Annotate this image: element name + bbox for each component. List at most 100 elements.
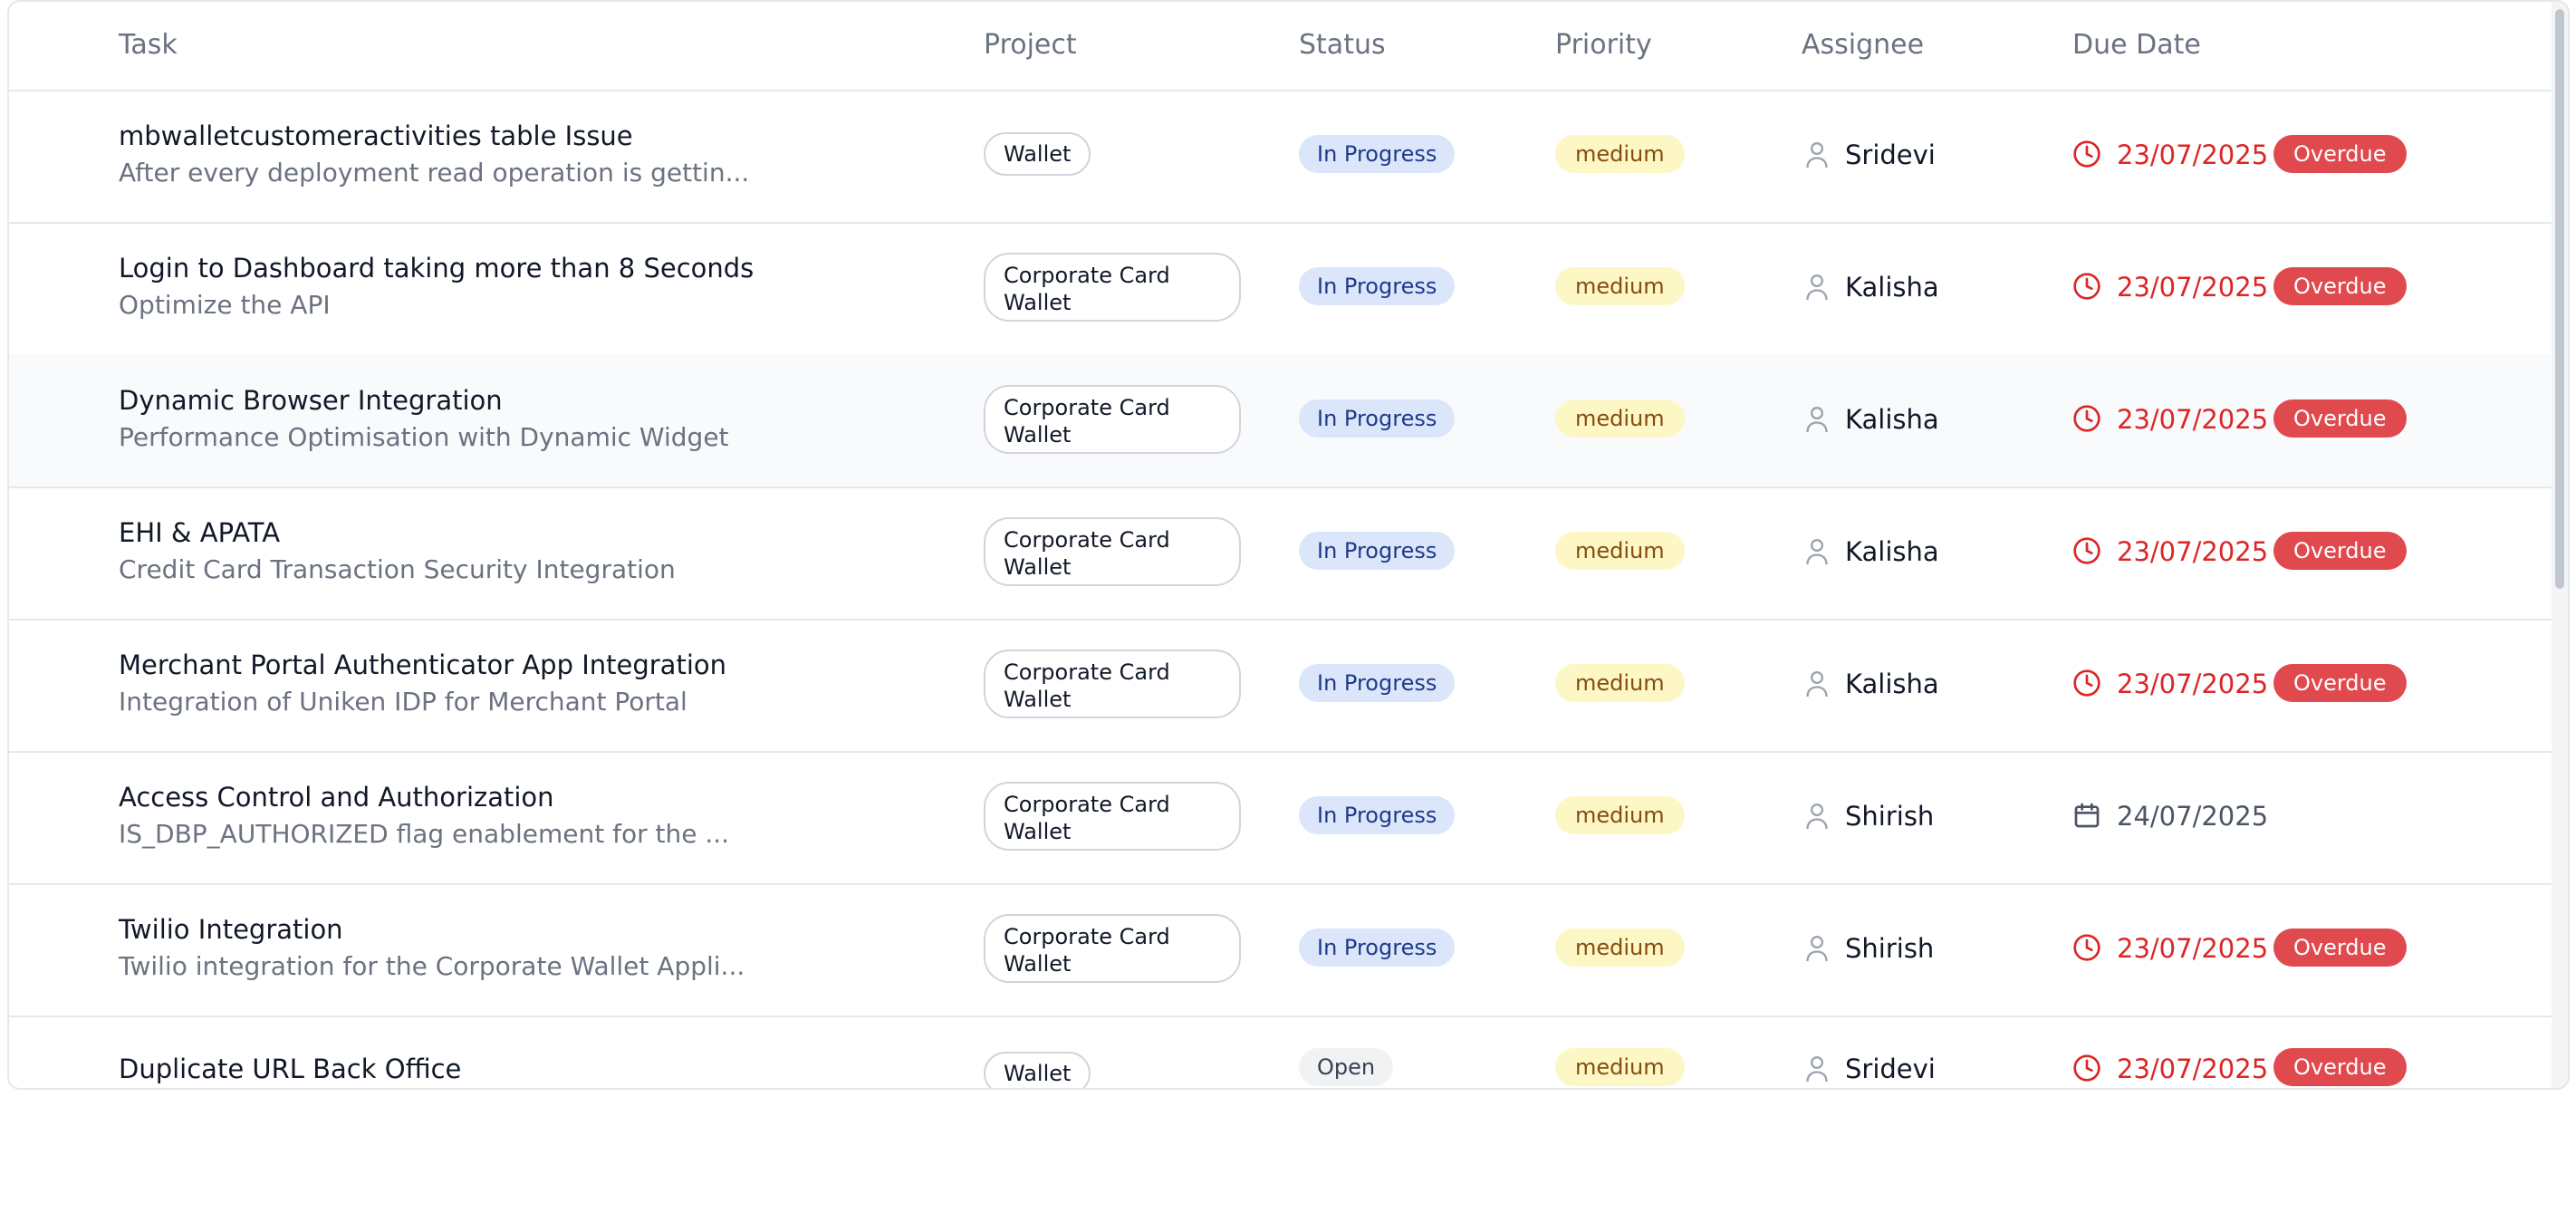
table-row[interactable]: Merchant Portal Authenticator App Integr… [9, 619, 2552, 753]
scrollbar-thumb[interactable] [2555, 9, 2564, 589]
table-row[interactable]: Login to Dashboard taking more than 8 Se… [9, 222, 2552, 356]
due-date: 24/07/2025 [2117, 801, 2269, 832]
clock-icon [2073, 537, 2100, 564]
clock-icon [2073, 669, 2100, 697]
project-line-2: Wallet [1004, 687, 1072, 712]
task-table: Task Project Status Priority Assignee Du… [7, 0, 2570, 1090]
project-badge: Corporate Card Wallet [984, 385, 1241, 454]
header-priority[interactable]: Priority [1555, 29, 1652, 61]
project-line-1: Corporate Card [1004, 263, 1170, 288]
project-line-2: Wallet [1004, 819, 1072, 844]
assignee-name: Kalisha [1845, 669, 1939, 699]
task-description: Credit Card Transaction Security Integra… [119, 554, 676, 584]
header-assignee[interactable]: Assignee [1802, 29, 1924, 61]
scrollbar-track[interactable] [2552, 2, 2568, 1088]
user-icon [1806, 142, 1828, 168]
clock-icon [2073, 934, 2100, 961]
task-description: Optimize the API [119, 290, 331, 320]
task-title[interactable]: mbwalletcustomeractivities table Issue [119, 120, 633, 151]
overdue-badge: Overdue [2273, 135, 2407, 173]
user-icon [1806, 936, 1828, 962]
header-project[interactable]: Project [984, 29, 1077, 61]
assignee-name: Kalisha [1845, 404, 1939, 435]
table-row[interactable]: EHI & APATA Credit Card Transaction Secu… [9, 486, 2552, 621]
calendar-icon [2074, 803, 2100, 828]
overdue-badge: Overdue [2273, 267, 2407, 305]
due-date: 23/07/2025 [2117, 669, 2269, 699]
status-badge: In Progress [1299, 929, 1456, 967]
assignee-name: Shirish [1845, 801, 1935, 832]
priority-badge: medium [1555, 135, 1685, 173]
table-row[interactable]: mbwalletcustomeractivities table Issue A… [9, 90, 2552, 224]
project-badge: Corporate Card Wallet [984, 782, 1241, 851]
user-icon [1806, 407, 1828, 433]
project-line-1: Corporate Card [1004, 395, 1170, 420]
assignee-name: Sridevi [1845, 1054, 1936, 1084]
status-badge: In Progress [1299, 135, 1456, 173]
assignee-name: Kalisha [1845, 536, 1939, 567]
assignee-name: Sridevi [1845, 140, 1936, 170]
project-line-1: Corporate Card [1004, 924, 1170, 949]
project-line-2: Wallet [1004, 422, 1072, 448]
table-row[interactable]: Twilio Integration Twilio integration fo… [9, 883, 2552, 1017]
project-badge: Wallet [984, 132, 1091, 176]
project-badge: Corporate Card Wallet [984, 517, 1241, 586]
task-title[interactable]: EHI & APATA [119, 517, 280, 548]
task-title[interactable]: Login to Dashboard taking more than 8 Se… [119, 253, 754, 284]
table-header: Task Project Status Priority Assignee Du… [9, 2, 2552, 91]
status-badge: In Progress [1299, 664, 1456, 702]
assignee-name: Shirish [1845, 933, 1935, 964]
priority-badge: medium [1555, 532, 1685, 570]
overdue-badge: Overdue [2273, 532, 2407, 570]
clock-icon [2073, 273, 2100, 300]
project-line-2: Wallet [1004, 554, 1072, 580]
status-badge: Open [1299, 1048, 1394, 1086]
user-icon [1806, 539, 1828, 565]
priority-badge: medium [1555, 399, 1685, 438]
clock-icon [2073, 405, 2100, 432]
header-due-date[interactable]: Due Date [2072, 29, 2201, 61]
status-badge: In Progress [1299, 267, 1456, 305]
task-title[interactable]: Dynamic Browser Integration [119, 385, 503, 416]
header-status[interactable]: Status [1299, 29, 1386, 61]
due-date: 23/07/2025 [2117, 404, 2269, 435]
task-description: After every deployment read operation is… [119, 158, 750, 188]
header-task[interactable]: Task [119, 29, 178, 61]
project-badge: Corporate Card Wallet [984, 253, 1241, 322]
project-line-2: Wallet [1004, 290, 1072, 315]
clock-icon [2073, 1054, 2100, 1082]
table-row[interactable]: Access Control and Authorization IS_DBP_… [9, 751, 2552, 885]
overdue-badge: Overdue [2273, 929, 2407, 967]
overdue-badge: Overdue [2273, 664, 2407, 702]
status-badge: In Progress [1299, 532, 1456, 570]
task-title[interactable]: Merchant Portal Authenticator App Integr… [119, 650, 726, 680]
priority-badge: medium [1555, 267, 1685, 305]
priority-badge: medium [1555, 1048, 1685, 1086]
task-title[interactable]: Duplicate URL Back Office [119, 1054, 461, 1084]
task-title[interactable]: Twilio Integration [119, 914, 343, 945]
project-line-1: Corporate Card [1004, 792, 1170, 817]
project-line-2: Wallet [1004, 951, 1072, 977]
clock-icon [2073, 140, 2100, 168]
task-title[interactable]: Access Control and Authorization [119, 782, 554, 813]
user-icon [1806, 274, 1828, 301]
table-row[interactable]: Dynamic Browser Integration Performance … [9, 354, 2552, 488]
priority-badge: medium [1555, 929, 1685, 967]
user-icon [1806, 804, 1828, 830]
due-date: 23/07/2025 [2117, 1054, 2269, 1084]
task-description: Performance Optimisation with Dynamic Wi… [119, 422, 729, 452]
due-date: 23/07/2025 [2117, 140, 2269, 170]
project-badge: Wallet [984, 1052, 1091, 1088]
due-date: 23/07/2025 [2117, 536, 2269, 567]
priority-badge: medium [1555, 796, 1685, 834]
user-icon [1806, 671, 1828, 698]
project-badge: Corporate Card Wallet [984, 650, 1241, 718]
user-icon [1806, 1056, 1828, 1083]
assignee-name: Kalisha [1845, 272, 1939, 303]
priority-badge: medium [1555, 664, 1685, 702]
table-row[interactable]: Duplicate URL Back Office Wallet Open me… [9, 1015, 2552, 1088]
due-date: 23/07/2025 [2117, 272, 2269, 303]
due-date: 23/07/2025 [2117, 933, 2269, 964]
overdue-badge: Overdue [2273, 1048, 2407, 1086]
status-badge: In Progress [1299, 399, 1456, 438]
